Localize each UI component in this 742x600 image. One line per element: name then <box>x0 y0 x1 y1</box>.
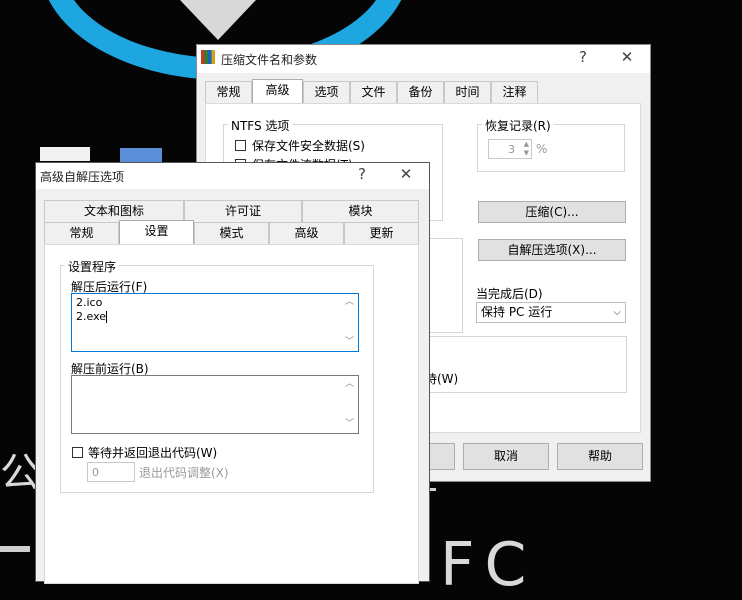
setup-tab-panel: 设置程序 解压后运行(F) 2.ico 2.exe ︿ ﹀ 解压前运行(B) ︿… <box>44 244 419 584</box>
wait-exit-code-checkbox[interactable] <box>72 447 83 458</box>
recovery-unit: % <box>536 142 548 156</box>
tab-options[interactable]: 选项 <box>303 81 350 103</box>
background-shape <box>40 147 90 161</box>
scroll-down-icon[interactable]: ﹀ <box>342 417 357 432</box>
wait-exit-code-label: 等待并返回退出代码(W) <box>88 446 218 460</box>
after-complete-label: 当完成后(D) <box>476 287 543 301</box>
tab-module[interactable]: 模块 <box>302 200 419 222</box>
scrollbar[interactable]: ︿ ﹀ <box>342 377 357 432</box>
dialog-title: 高级自解压选项 <box>40 170 125 184</box>
save-security-label: 保存文件安全数据(S) <box>252 139 365 153</box>
recovery-spinner[interactable]: 3 ▲ ▼ <box>488 139 532 159</box>
tab-files[interactable]: 文件 <box>350 81 397 103</box>
tab-bar: 常规 高级 选项 文件 备份 时间 注释 <box>205 79 645 103</box>
save-security-checkbox[interactable] <box>235 140 246 151</box>
close-icon[interactable]: ✕ <box>615 48 639 66</box>
tab-update[interactable]: 更新 <box>344 222 419 244</box>
tab-advanced[interactable]: 高级 <box>269 222 344 244</box>
tab-setup[interactable]: 设置 <box>119 220 194 244</box>
help-icon[interactable]: ? <box>350 165 374 183</box>
background-bar <box>0 546 30 552</box>
tab-row-top: 文本和图标 许可证 模块 <box>44 200 419 222</box>
title-bar: 高级自解压选项 ? ✕ <box>36 163 429 189</box>
sfx-options-button[interactable]: 自解压选项(X)... <box>478 239 626 261</box>
text-cursor <box>106 311 108 323</box>
ntfs-group-title: NTFS 选项 <box>228 117 293 134</box>
tab-general[interactable]: 常规 <box>205 81 252 103</box>
run-before-textarea[interactable]: ︿ ﹀ <box>71 375 359 434</box>
cancel-button[interactable]: 取消 <box>463 443 549 470</box>
tab-backup[interactable]: 备份 <box>397 81 444 103</box>
tab-general[interactable]: 常规 <box>44 222 119 244</box>
help-icon[interactable]: ? <box>571 48 595 66</box>
background-text-bottom: FC <box>440 530 537 600</box>
background-logo-arrow <box>180 0 256 40</box>
tab-text-and-icon[interactable]: 文本和图标 <box>44 200 184 222</box>
chevron-down-icon: ⌵ <box>613 307 621 318</box>
recovery-value: 3 <box>508 143 515 156</box>
scrollbar[interactable]: ︿ ﹀ <box>342 295 357 350</box>
advanced-sfx-options-dialog: 高级自解压选项 ? ✕ 文本和图标 许可证 模块 常规 设置 模式 高级 更新 … <box>35 162 430 584</box>
run-after-line: 2.exe <box>76 310 108 323</box>
scroll-down-icon[interactable]: ﹀ <box>342 335 357 350</box>
tab-license[interactable]: 许可证 <box>184 200 302 222</box>
exit-code-input[interactable]: 0 <box>87 462 135 482</box>
tab-comment[interactable]: 注释 <box>491 81 538 103</box>
background-icon <box>120 148 162 162</box>
setup-program-title: 设置程序 <box>65 258 120 275</box>
title-bar: 压缩文件名和参数 ? ✕ <box>197 45 650 73</box>
recovery-record-title: 恢复记录(R) <box>482 117 554 134</box>
background-text: 公 <box>0 450 40 496</box>
compress-button[interactable]: 压缩(C)... <box>478 201 626 223</box>
winrar-icon <box>201 50 215 64</box>
run-after-line: 2.ico <box>76 296 103 309</box>
help-button[interactable]: 帮助 <box>557 443 643 470</box>
scroll-up-icon[interactable]: ︿ <box>342 295 357 310</box>
exit-code-value: 0 <box>92 466 99 479</box>
tab-mode[interactable]: 模式 <box>194 222 269 244</box>
dialog-title: 压缩文件名和参数 <box>221 53 318 67</box>
scroll-up-icon[interactable]: ︿ <box>342 377 357 392</box>
after-complete-select[interactable]: 保持 PC 运行 ⌵ <box>476 302 626 323</box>
after-complete-value: 保持 PC 运行 <box>481 305 553 319</box>
tab-advanced[interactable]: 高级 <box>252 79 303 103</box>
spin-arrows-icon: ▲ ▼ <box>523 140 529 157</box>
exit-code-label: 退出代码调整(X) <box>139 466 229 480</box>
tab-row-bottom: 常规 设置 模式 高级 更新 <box>44 220 419 244</box>
close-icon[interactable]: ✕ <box>394 165 418 183</box>
tab-time[interactable]: 时间 <box>444 81 491 103</box>
run-after-textarea[interactable]: 2.ico 2.exe ︿ ﹀ <box>71 293 359 352</box>
